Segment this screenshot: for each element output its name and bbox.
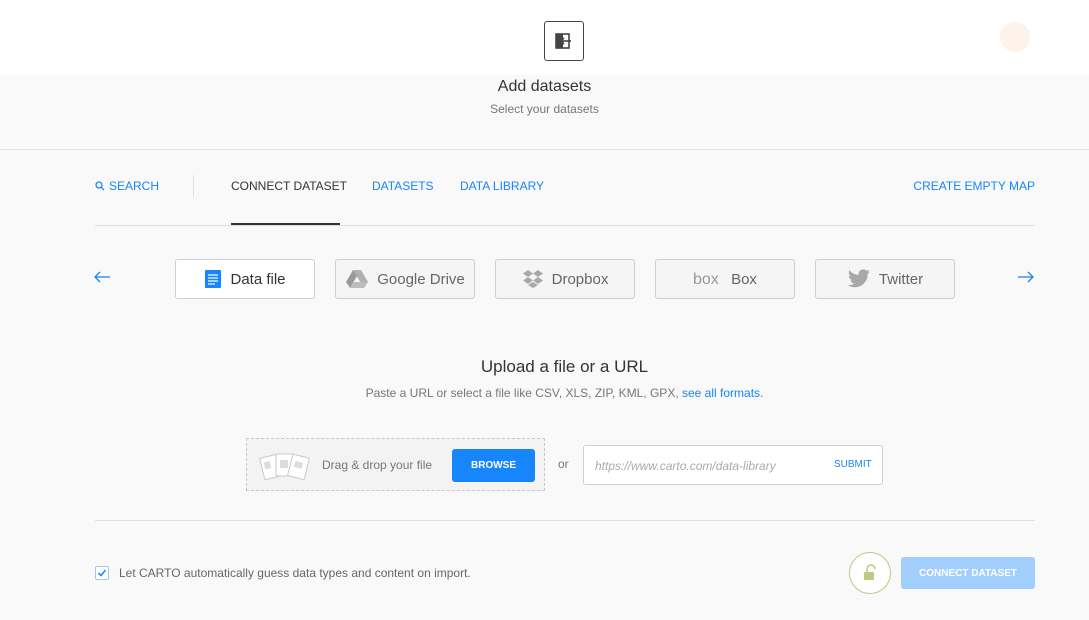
- source-label: Google Drive: [377, 270, 465, 288]
- url-input[interactable]: [595, 457, 820, 475]
- create-empty-map-link[interactable]: CREATE EMPTY MAP: [913, 179, 1035, 193]
- tab-separator: [193, 175, 194, 197]
- privacy-lock-button[interactable]: [849, 552, 891, 594]
- dropbox-icon: [522, 270, 543, 288]
- upload-title: Upload a file or a URL: [480, 357, 649, 376]
- active-tab-indicator: [231, 223, 340, 225]
- source-twitter[interactable]: Twitter: [815, 259, 955, 299]
- upload-description-text: Paste a URL or select a file like CSV, X…: [365, 386, 679, 400]
- source-label: Data file: [230, 270, 286, 288]
- divider: [95, 520, 1035, 521]
- drag-drop-text: Drag & drop your file: [322, 458, 433, 472]
- checkmark-icon: [97, 569, 107, 577]
- url-input-box: SUBMIT: [583, 445, 883, 485]
- file-dropzone[interactable]: Drag & drop your file BROWSE: [246, 438, 545, 491]
- back-button[interactable]: [544, 21, 584, 61]
- tab-bar: SEARCH CONNECT DATASET DATASETS DATA LIB…: [95, 150, 1035, 226]
- tab-search-label: SEARCH: [109, 179, 160, 193]
- page-title: Add datasets: [497, 78, 592, 95]
- source-dropbox[interactable]: Dropbox: [495, 259, 635, 299]
- tab-datasets[interactable]: DATASETS: [372, 179, 434, 193]
- page-subtitle: Select your datasets: [490, 102, 599, 116]
- tab-search[interactable]: SEARCH: [95, 179, 159, 193]
- connect-dataset-button[interactable]: CONNECT DATASET: [901, 557, 1035, 589]
- avatar[interactable]: [1000, 22, 1030, 52]
- upload-description: Paste a URL or select a file like CSV, X…: [0, 386, 1089, 400]
- arrow-exit-icon: [555, 33, 571, 49]
- guess-types-checkbox[interactable]: [95, 566, 109, 580]
- search-icon: [95, 181, 105, 191]
- unlock-icon: [864, 564, 876, 580]
- arrow-left-icon[interactable]: [93, 268, 111, 286]
- or-separator: or: [558, 457, 569, 471]
- source-label: Twitter: [878, 270, 924, 288]
- files-icon: [259, 453, 310, 481]
- document-icon: [205, 270, 222, 288]
- twitter-icon: [847, 269, 870, 288]
- source-label: Box: [731, 270, 757, 288]
- source-google-drive[interactable]: Google Drive: [335, 259, 475, 299]
- see-all-formats-link[interactable]: see all formats.: [682, 386, 763, 400]
- browse-button[interactable]: BROWSE: [452, 449, 535, 482]
- arrow-right-icon[interactable]: [1017, 268, 1035, 286]
- source-data-file[interactable]: Data file: [175, 259, 315, 299]
- source-box[interactable]: box Box: [655, 259, 795, 299]
- tab-connect-dataset[interactable]: CONNECT DATASET: [231, 179, 347, 193]
- submit-button[interactable]: SUBMIT: [834, 459, 872, 470]
- svg-text:box: box: [693, 271, 719, 287]
- tab-data-library[interactable]: DATA LIBRARY: [460, 179, 544, 193]
- source-label: Dropbox: [551, 270, 609, 288]
- box-logo-icon: box: [693, 271, 719, 287]
- guess-types-label: Let CARTO automatically guess data types…: [119, 566, 471, 580]
- google-drive-icon: [346, 270, 369, 288]
